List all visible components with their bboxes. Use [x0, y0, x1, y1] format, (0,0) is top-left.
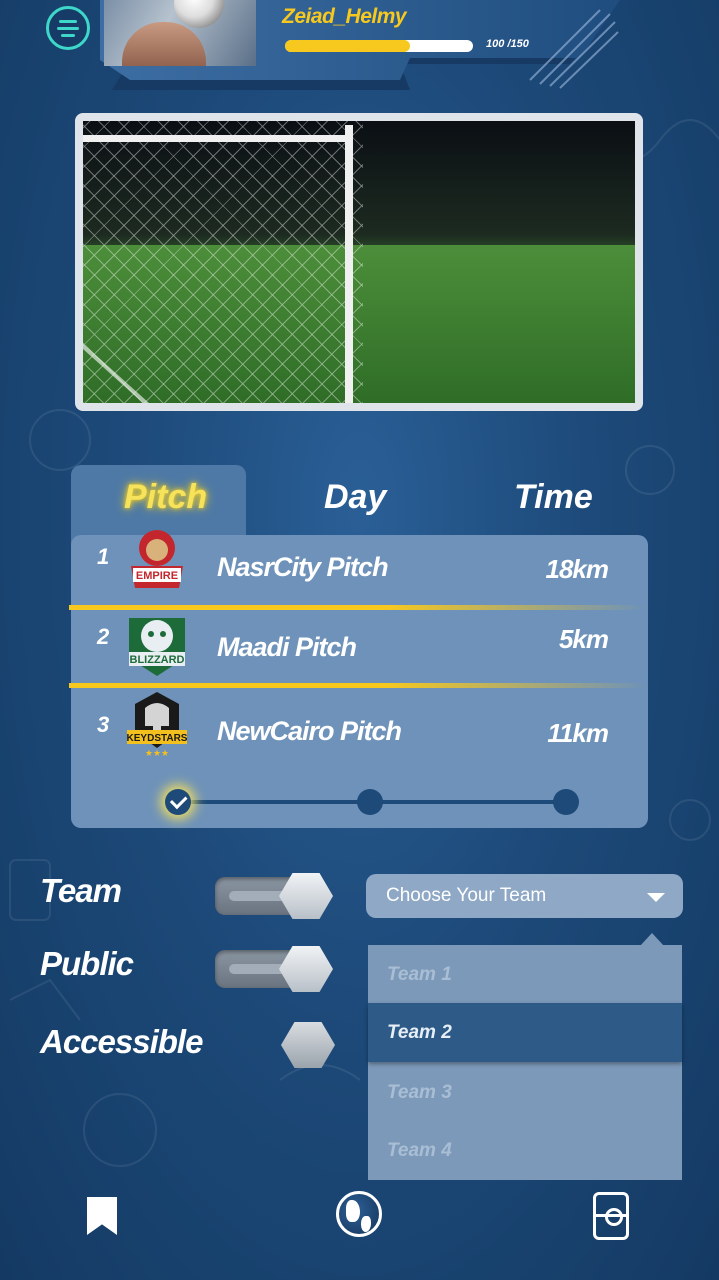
blizzard-logo: BLIZZARD: [129, 618, 185, 676]
option-label-public: Public: [40, 945, 134, 982]
chevron-down-icon: [647, 893, 665, 902]
team-select-placeholder: Choose Your Team: [386, 885, 547, 906]
pitch-name: NewCairo Pitch: [217, 716, 402, 746]
pitch-distance: 5km: [558, 624, 609, 654]
pitch-video-image: [83, 121, 635, 403]
xp-progress-fill: [285, 40, 411, 52]
tab-time[interactable]: Time: [514, 478, 593, 517]
pitch-video[interactable]: [75, 113, 643, 411]
avatar[interactable]: [104, 0, 256, 66]
pitch-distance: 11km: [547, 718, 609, 748]
xp-progress-bar: [285, 40, 473, 52]
accessible-toggle[interactable]: [281, 1022, 335, 1068]
step-1-done[interactable]: [165, 789, 191, 815]
team-empire-logo: EMPIRE: [131, 530, 183, 588]
team-select[interactable]: Choose Your Team: [366, 874, 683, 918]
team-dropdown-menu: Team 1 Team 2 Team 3 Team 4: [368, 945, 682, 1180]
team-toggle[interactable]: [215, 873, 333, 919]
team-option[interactable]: Team 1: [368, 945, 682, 1004]
globe-icon[interactable]: [336, 1191, 382, 1237]
pitch-name: NasrCity Pitch: [217, 552, 389, 582]
svg-text:KEYDSTARS: KEYDSTARS: [127, 733, 188, 744]
bookmark-icon[interactable]: [87, 1197, 117, 1235]
step-3[interactable]: [553, 789, 579, 815]
svg-text:EMPIRE: EMPIRE: [136, 570, 178, 582]
public-toggle[interactable]: [215, 946, 333, 992]
xp-label: 100 /150: [486, 38, 529, 50]
pitch-rank: 3: [97, 712, 110, 737]
row-divider: [69, 683, 646, 688]
pitch-rank: 1: [97, 544, 110, 569]
tab-pitch[interactable]: Pitch: [124, 478, 207, 517]
menu-button[interactable]: [46, 6, 90, 50]
tab-day[interactable]: Day: [324, 478, 386, 517]
team-option[interactable]: Team 3: [368, 1063, 682, 1122]
pitch-rank: 2: [97, 624, 110, 649]
username: Zeiad_Helmy: [282, 5, 407, 28]
keyd-stars-logo: KEYDSTARS ★★★: [127, 692, 188, 759]
pitch-distance: 18km: [545, 554, 609, 584]
team-option-selected[interactable]: Team 2: [368, 1003, 682, 1062]
svg-text:BLIZZARD: BLIZZARD: [130, 654, 185, 666]
option-label-team: Team: [40, 872, 122, 909]
option-label-accessible: Accessible: [40, 1023, 203, 1060]
pitch-row[interactable]: 3 KEYDSTARS ★★★ NewCairo Pitch 11km: [71, 692, 648, 780]
step-2[interactable]: [357, 789, 383, 815]
team-option[interactable]: Team 4: [368, 1121, 682, 1180]
svg-text:★★★: ★★★: [145, 749, 169, 759]
pitch-icon[interactable]: [593, 1192, 629, 1240]
pitch-name: Maadi Pitch: [217, 632, 357, 662]
